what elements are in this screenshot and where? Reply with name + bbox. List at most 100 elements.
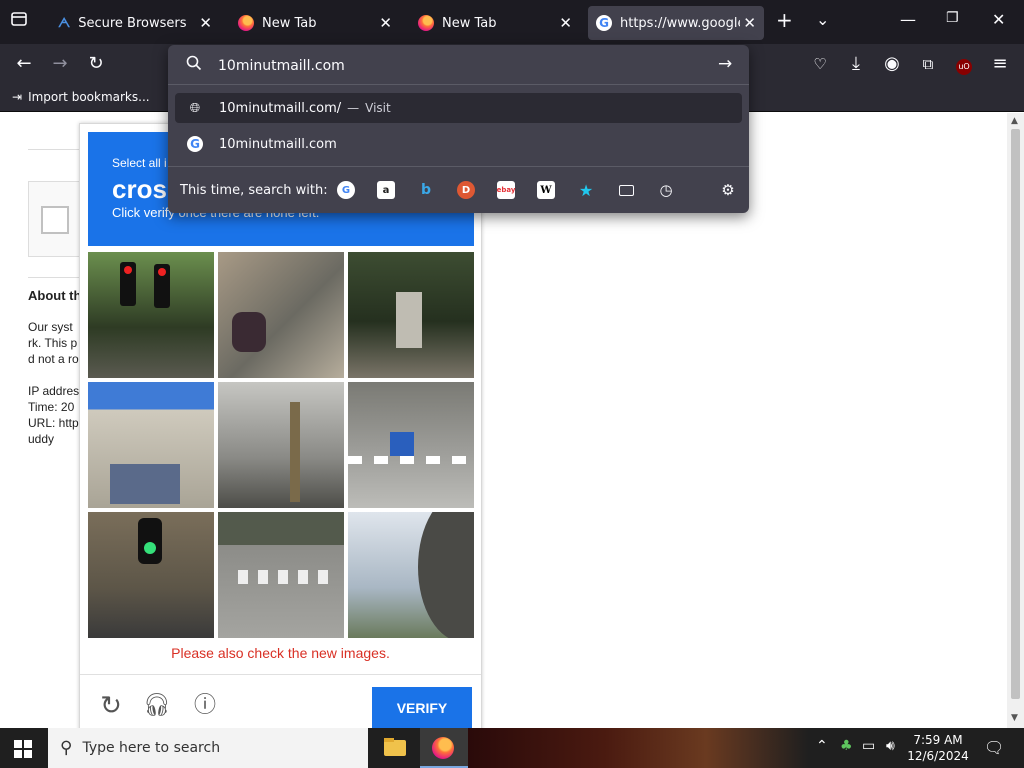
search-with-label: This time, search with: xyxy=(180,183,328,198)
windows-taskbar: ⚲ Type here to search ⌃ ♣ ▭ 🔊︎ 7:59 AM 1… xyxy=(0,728,1024,768)
divider xyxy=(168,84,749,85)
close-tab-icon[interactable]: ✕ xyxy=(743,14,756,32)
restore-button[interactable]: ❐ xyxy=(946,10,959,26)
suggestion-visit[interactable]: 🌐︎ 10minutmaill.com/ — Visit xyxy=(175,93,742,123)
import-bookmarks-button[interactable]: ⇥ Import bookmarks... xyxy=(12,90,150,104)
refresh-icon[interactable]: ↻ xyxy=(96,691,126,721)
tab-list-icon[interactable] xyxy=(10,10,28,32)
tab-title: New Tab xyxy=(442,15,497,31)
captcha-tile[interactable] xyxy=(218,512,344,638)
extensions-icon[interactable]: ⧉ xyxy=(916,52,940,76)
account-icon[interactable]: ◉ xyxy=(880,52,904,76)
bookmarks-star-icon[interactable]: ★ xyxy=(577,181,595,200)
network-icon[interactable]: ▭ xyxy=(862,738,875,754)
scroll-up-icon[interactable]: ▲ xyxy=(1011,116,1018,126)
ublock-icon[interactable]: uO xyxy=(952,52,976,76)
taskbar-background-image xyxy=(468,728,808,768)
suggestion-google-search[interactable]: G 10minutmaill.com xyxy=(175,129,742,159)
tab-overflow-chevron-icon[interactable]: ⌄ xyxy=(816,10,829,29)
globe-icon: 🌐︎ xyxy=(189,100,201,116)
captcha-tile[interactable] xyxy=(348,512,474,638)
ebay-engine-icon[interactable]: ebay xyxy=(497,181,515,199)
tab-new-tab-2[interactable]: New Tab ✕ xyxy=(408,6,580,40)
firefox-icon xyxy=(238,15,254,31)
info-line: uddy xyxy=(28,432,55,446)
divider xyxy=(168,166,749,167)
volume-icon[interactable]: 🔊︎ xyxy=(886,738,895,754)
tab-strip: ᗅ Secure Browsers ✕ New Tab ✕ New Tab ✕ … xyxy=(0,0,1024,44)
windows-start-icon[interactable] xyxy=(14,740,32,762)
amazon-engine-icon[interactable]: a xyxy=(377,181,395,199)
about-heading: About th xyxy=(28,288,82,303)
captcha-tile[interactable] xyxy=(218,252,344,378)
captcha-image-grid xyxy=(88,252,474,638)
secure-browser-icon: ᗅ xyxy=(58,15,71,31)
scroll-down-icon[interactable]: ▼ xyxy=(1011,713,1018,723)
verify-button[interactable]: VERIFY xyxy=(372,687,472,729)
info-line: d not a ro xyxy=(28,352,79,366)
search-icon: ⚲ xyxy=(60,738,73,758)
tab-title: https://www.google.com xyxy=(620,15,740,31)
recaptcha-checkbox[interactable] xyxy=(41,206,69,234)
tab-title: New Tab xyxy=(262,15,317,31)
notifications-icon[interactable]: 🗨︎ xyxy=(984,738,1004,757)
firefox-icon xyxy=(432,737,454,759)
captcha-tile[interactable] xyxy=(218,382,344,508)
reload-button[interactable]: ↻ xyxy=(84,52,108,76)
captcha-message: Please also check the new images. xyxy=(171,645,390,661)
wikipedia-engine-icon[interactable]: W xyxy=(537,181,555,199)
info-line: Time: 20 xyxy=(28,400,75,414)
headphones-icon[interactable]: 🎧︎ xyxy=(142,691,172,721)
page-scrollbar[interactable]: ▲ ▼ xyxy=(1007,113,1024,728)
back-button[interactable]: ← xyxy=(12,52,36,76)
captcha-instruction: Select all i xyxy=(112,156,167,170)
tabs-icon[interactable] xyxy=(617,181,635,199)
scrollbar-thumb[interactable] xyxy=(1011,129,1020,699)
tray-chevron-icon[interactable]: ⌃ xyxy=(816,738,828,754)
system-clock[interactable]: 7:59 AM 12/6/2024 xyxy=(906,732,970,764)
info-icon[interactable]: ⓘ xyxy=(190,691,220,721)
google-engine-icon[interactable]: G xyxy=(337,181,355,199)
go-arrow-icon[interactable]: → xyxy=(718,54,732,74)
tray-app-icon[interactable]: ♣ xyxy=(840,738,853,754)
google-icon: G xyxy=(187,136,203,152)
downloads-icon[interactable]: ⤓ xyxy=(844,52,868,76)
duckduckgo-engine-icon[interactable]: D xyxy=(457,181,475,199)
captcha-challenge: Select all i cros Click verify once ther… xyxy=(79,123,482,738)
google-icon: G xyxy=(596,15,612,31)
info-line: rk. This p xyxy=(28,336,78,350)
close-window-button[interactable]: ✕ xyxy=(992,10,1005,29)
new-tab-button[interactable]: + xyxy=(776,8,793,32)
captcha-tile[interactable] xyxy=(88,512,214,638)
captcha-tile[interactable] xyxy=(348,252,474,378)
menu-icon[interactable]: ≡ xyxy=(988,52,1012,76)
close-tab-icon[interactable]: ✕ xyxy=(559,14,572,32)
pocket-icon[interactable]: ♡ xyxy=(808,52,832,76)
file-explorer-icon[interactable] xyxy=(380,736,408,760)
forward-button[interactable]: → xyxy=(48,52,72,76)
urlbar-dropdown: → 🌐︎ 10minutmaill.com/ — Visit G 10minut… xyxy=(168,45,749,213)
tab-new-tab-1[interactable]: New Tab ✕ xyxy=(228,6,400,40)
history-clock-icon[interactable]: ◷ xyxy=(657,181,675,199)
search-icon xyxy=(186,55,202,75)
captcha-tile[interactable] xyxy=(88,382,214,508)
info-line: IP addres xyxy=(28,384,80,398)
tab-google[interactable]: G https://www.google.com ✕ xyxy=(588,6,764,40)
firefox-taskbar-button[interactable] xyxy=(420,728,468,768)
captcha-tile[interactable] xyxy=(348,382,474,508)
taskbar-search-box[interactable]: ⚲ Type here to search xyxy=(48,728,368,768)
close-tab-icon[interactable]: ✕ xyxy=(379,14,392,32)
firefox-icon xyxy=(418,15,434,31)
tab-secure-browsers[interactable]: ᗅ Secure Browsers ✕ xyxy=(48,6,220,40)
captcha-target-word: cros xyxy=(112,174,167,204)
info-line: URL: http xyxy=(28,416,79,430)
settings-gear-icon[interactable]: ⚙︎ xyxy=(719,181,737,199)
tab-title: Secure Browsers xyxy=(78,15,187,31)
info-line: Our syst xyxy=(28,320,73,334)
close-tab-icon[interactable]: ✕ xyxy=(199,14,212,32)
minimize-button[interactable]: — xyxy=(900,10,916,29)
import-icon: ⇥ xyxy=(12,90,23,104)
captcha-tile[interactable] xyxy=(88,252,214,378)
bing-engine-icon[interactable]: b xyxy=(417,181,435,199)
url-input[interactable] xyxy=(218,55,698,77)
